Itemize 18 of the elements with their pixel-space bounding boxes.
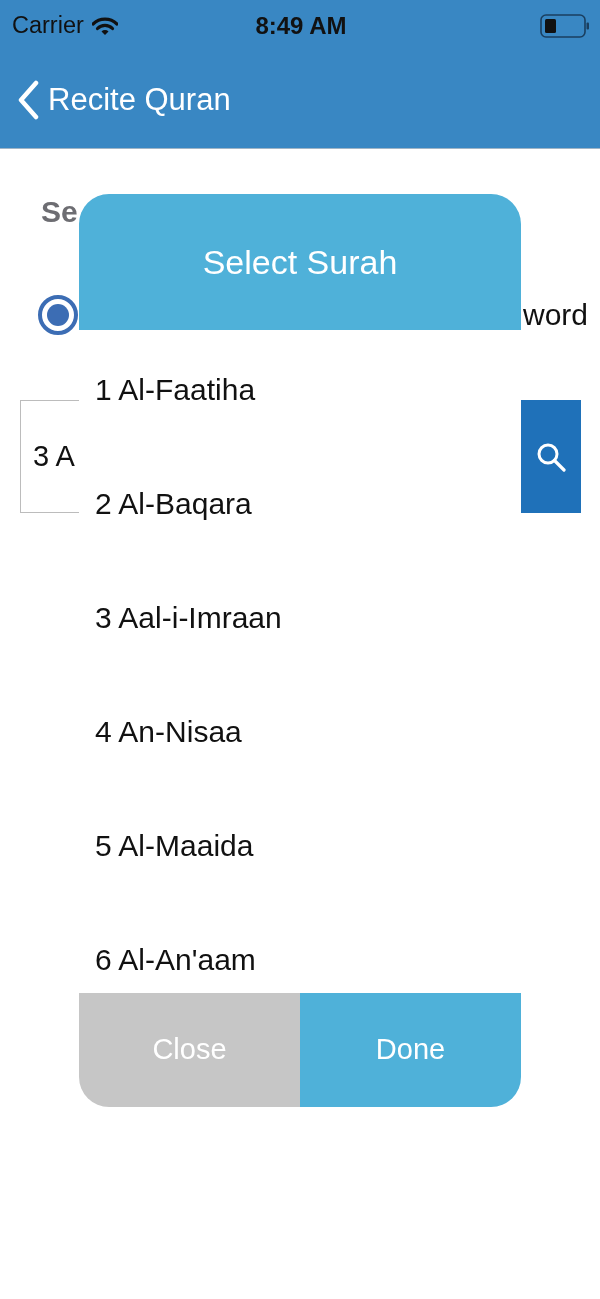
carrier-name: Carrier <box>12 14 84 38</box>
surah-list-item[interactable]: 3 Aal-i-Imraan <box>95 598 282 638</box>
back-button[interactable]: Recite Quran <box>16 80 231 120</box>
status-time: 8:49 AM <box>255 14 347 38</box>
radio-button[interactable] <box>38 295 78 335</box>
surah-list-item[interactable]: 6 Al-An'aam <box>95 940 256 980</box>
option-label: word <box>523 297 589 333</box>
surah-list-item[interactable]: 4 An-Nisaa <box>95 712 242 752</box>
wifi-icon <box>91 16 118 36</box>
surah-list-item[interactable]: 5 Al-Maaida <box>95 826 254 866</box>
section-label: Se <box>41 194 78 230</box>
surah-list-item[interactable]: 2 Al-Baqara <box>95 484 252 524</box>
chevron-left-icon <box>16 80 40 120</box>
search-icon <box>536 441 566 472</box>
battery-icon <box>540 14 590 38</box>
dialog-title: Select Surah <box>79 194 521 330</box>
search-button[interactable] <box>521 400 581 513</box>
surah-list-item[interactable]: 1 Al-Faatiha <box>95 370 256 410</box>
